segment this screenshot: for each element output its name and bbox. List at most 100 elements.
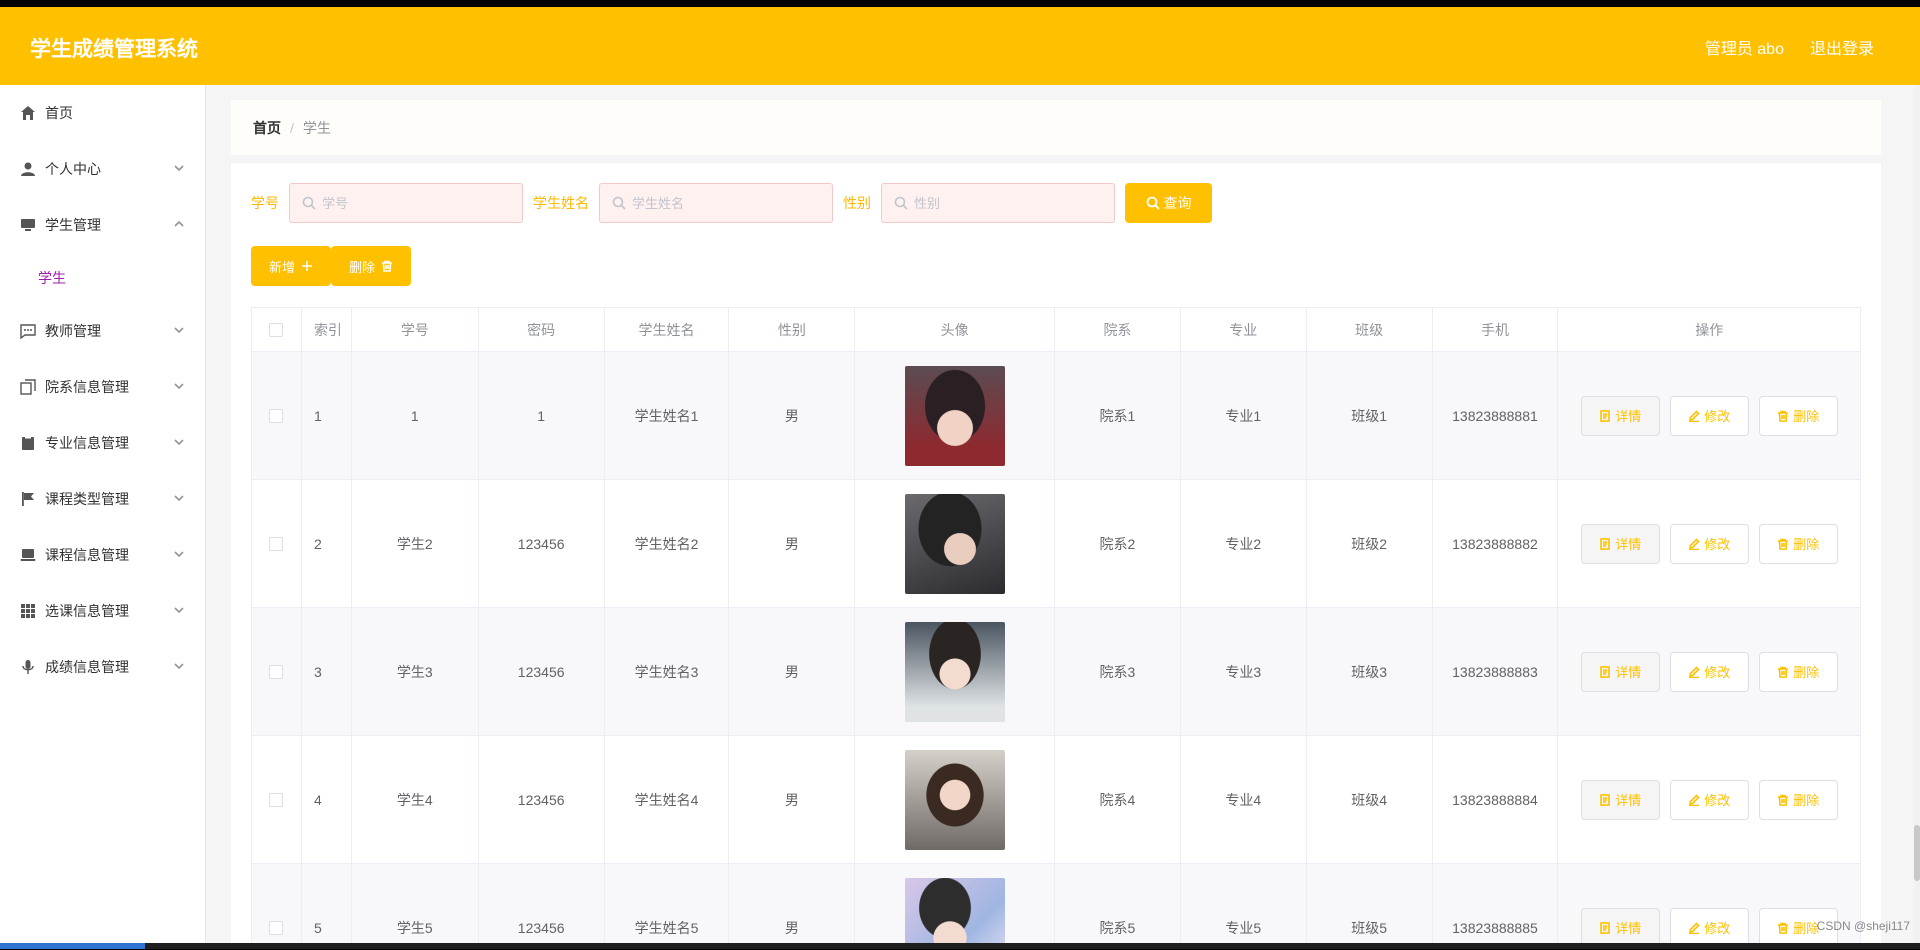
header-password: 密码 xyxy=(479,308,605,351)
grid-icon xyxy=(21,604,35,618)
document-icon xyxy=(1600,921,1610,934)
chevron-down-icon xyxy=(173,161,185,173)
cell-department: 院系3 xyxy=(1055,608,1181,735)
detail-button[interactable]: 详情 xyxy=(1580,907,1660,943)
header-major: 专业 xyxy=(1181,308,1307,351)
edit-button[interactable]: 修改 xyxy=(1669,907,1749,943)
cell-operations: 详情 修改 删除 xyxy=(1558,608,1860,735)
sidebar-item-label: 教师管理 xyxy=(45,323,101,339)
delete-label: 删除 xyxy=(1793,921,1820,936)
detail-button[interactable]: 详情 xyxy=(1580,779,1660,820)
student-id-field[interactable] xyxy=(289,183,523,223)
sidebar: 首页 个人中心 学生管理 学生 教师管理 院系信息管理 专业信息管理 课程类型管… xyxy=(0,85,206,943)
student-name-input[interactable] xyxy=(632,195,812,211)
scrollbar-thumb[interactable] xyxy=(1914,825,1920,881)
gender-input[interactable] xyxy=(914,195,1094,211)
edit-button[interactable]: 修改 xyxy=(1669,651,1749,692)
cell-avatar xyxy=(855,352,1056,479)
table-row: 3 学生3 123456 学生姓名3 男 院系3 专业3 班级3 1382388… xyxy=(252,608,1860,736)
avatar[interactable] xyxy=(904,749,1005,850)
cell-major: 专业4 xyxy=(1181,736,1307,863)
detail-button[interactable]: 详情 xyxy=(1580,651,1660,692)
trash-icon xyxy=(1778,538,1789,550)
select-all-checkbox[interactable] xyxy=(269,322,284,337)
user-icon xyxy=(21,162,35,176)
cell-major: 专业5 xyxy=(1181,864,1307,943)
detail-button[interactable]: 详情 xyxy=(1580,523,1660,564)
header-student-id: 学号 xyxy=(352,308,479,351)
student-id-label: 学号 xyxy=(251,195,279,211)
add-button-label: 新增 xyxy=(269,259,296,275)
cell-student-name: 学生姓名2 xyxy=(605,480,730,607)
sidebar-item-course-type-management[interactable]: 课程类型管理 xyxy=(0,471,205,527)
search-icon xyxy=(612,196,626,210)
query-button[interactable]: 查询 xyxy=(1125,183,1212,223)
trash-icon xyxy=(1778,794,1789,806)
edit-button[interactable]: 修改 xyxy=(1669,779,1749,820)
cell-student-id: 学生3 xyxy=(352,608,479,735)
student-name-label: 学生姓名 xyxy=(533,195,589,211)
sidebar-item-course-info-management[interactable]: 课程信息管理 xyxy=(0,527,205,583)
student-id-input[interactable] xyxy=(322,195,502,211)
avatar[interactable] xyxy=(904,877,1005,943)
table-row: 2 学生2 123456 学生姓名2 男 院系2 专业2 班级2 1382388… xyxy=(252,480,1860,608)
cell-class: 班级4 xyxy=(1307,736,1433,863)
row-checkbox-cell xyxy=(252,480,302,607)
video-progress-bar[interactable] xyxy=(0,943,1920,949)
cell-password: 123456 xyxy=(479,480,605,607)
student-name-field[interactable] xyxy=(599,183,833,223)
detail-label: 详情 xyxy=(1615,409,1642,424)
delete-button[interactable]: 删除 xyxy=(1758,523,1838,564)
add-button[interactable]: 新增 xyxy=(251,246,332,286)
cell-student-name: 学生姓名5 xyxy=(605,864,730,943)
avatar[interactable] xyxy=(904,621,1005,722)
sidebar-item-label: 学生管理 xyxy=(45,217,101,233)
cell-department: 院系1 xyxy=(1055,352,1181,479)
delete-label: 删除 xyxy=(1793,793,1820,808)
page-scrollbar[interactable] xyxy=(1914,85,1920,943)
copy-icon xyxy=(20,379,36,395)
trash-icon xyxy=(1778,922,1789,934)
delete-button[interactable]: 删除 xyxy=(1758,651,1838,692)
sidebar-item-label: 首页 xyxy=(45,105,73,121)
sidebar-item-home[interactable]: 首页 xyxy=(0,85,205,141)
sidebar-subitem-student[interactable]: 学生 xyxy=(0,253,205,303)
sidebar-item-teacher-management[interactable]: 教师管理 xyxy=(0,303,205,359)
batch-delete-button[interactable]: 删除 xyxy=(331,246,412,286)
cell-class: 班级2 xyxy=(1307,480,1433,607)
row-checkbox[interactable] xyxy=(269,536,284,551)
edit-button[interactable]: 修改 xyxy=(1669,523,1749,564)
detail-label: 详情 xyxy=(1615,537,1642,552)
user-area: 管理员 abo 退出登录 xyxy=(1705,35,1874,59)
cell-student-id: 学生4 xyxy=(352,736,479,863)
row-checkbox[interactable] xyxy=(269,664,284,679)
logout-link[interactable]: 退出登录 xyxy=(1810,35,1874,59)
row-checkbox[interactable] xyxy=(269,920,284,935)
sidebar-item-course-selection-management[interactable]: 选课信息管理 xyxy=(0,583,205,639)
avatar[interactable] xyxy=(904,365,1005,466)
sidebar-item-major-management[interactable]: 专业信息管理 xyxy=(0,415,205,471)
sidebar-item-score-management[interactable]: 成绩信息管理 xyxy=(0,639,205,695)
edit-label: 修改 xyxy=(1704,537,1731,552)
row-checkbox[interactable] xyxy=(269,408,284,423)
admin-name[interactable]: 管理员 abo xyxy=(1705,35,1784,59)
cell-operations: 详情 修改 删除 xyxy=(1558,352,1860,479)
row-checkbox-cell xyxy=(252,352,302,479)
delete-button[interactable]: 删除 xyxy=(1758,779,1838,820)
breadcrumb-home[interactable]: 首页 xyxy=(253,118,281,138)
sidebar-item-department-management[interactable]: 院系信息管理 xyxy=(0,359,205,415)
top-bar: 学生成绩管理系统 管理员 abo 退出登录 xyxy=(0,7,1920,85)
table-header-row: 索引 学号 密码 学生姓名 性别 头像 院系 专业 班级 手机 操作 xyxy=(252,308,1860,352)
row-checkbox[interactable] xyxy=(269,792,284,807)
avatar[interactable] xyxy=(904,493,1005,594)
cell-operations: 详情 修改 删除 xyxy=(1558,736,1860,863)
gender-field[interactable] xyxy=(881,183,1115,223)
sidebar-item-student-management[interactable]: 学生管理 xyxy=(0,197,205,253)
sidebar-item-personal-center[interactable]: 个人中心 xyxy=(0,141,205,197)
cell-department: 院系2 xyxy=(1055,480,1181,607)
detail-button[interactable]: 详情 xyxy=(1580,395,1660,436)
trash-icon xyxy=(1778,410,1789,422)
edit-button[interactable]: 修改 xyxy=(1669,395,1749,436)
delete-button[interactable]: 删除 xyxy=(1758,395,1838,436)
sidebar-item-label: 专业信息管理 xyxy=(45,435,129,451)
